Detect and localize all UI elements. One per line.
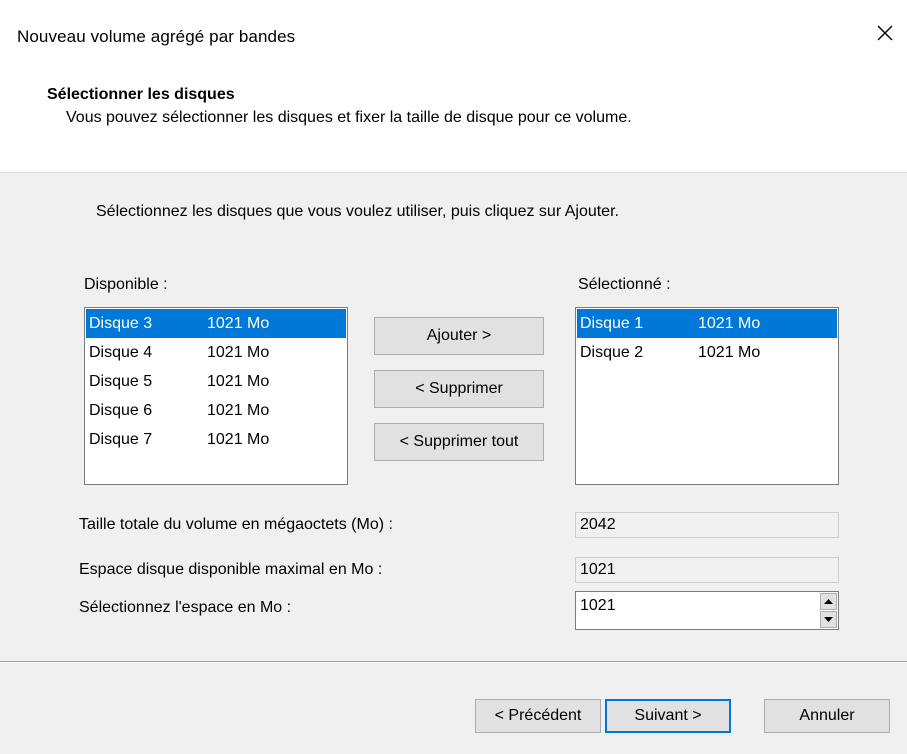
disk-name: Disque 7 bbox=[89, 431, 153, 448]
disk-size: 1021 Mo bbox=[207, 402, 270, 419]
disk-list-item[interactable]: Disque 4 1021 Mo bbox=[86, 338, 346, 367]
disk-size: 1021 Mo bbox=[698, 344, 761, 361]
add-button[interactable]: Ajouter > bbox=[374, 317, 544, 355]
disk-size: 1021 Mo bbox=[207, 315, 270, 332]
disk-list-item[interactable]: Disque 1 1021 Mo bbox=[577, 309, 837, 338]
total-size-label: Taille totale du volume en mégaoctets (M… bbox=[79, 516, 393, 533]
next-button[interactable]: Suivant > bbox=[605, 699, 731, 733]
disk-name: Disque 1 bbox=[580, 315, 644, 332]
disk-name: Disque 4 bbox=[89, 344, 153, 361]
instructions-text: Sélectionnez les disques que vous voulez… bbox=[96, 203, 619, 220]
total-size-field: 2042 bbox=[575, 512, 839, 538]
page-title: Sélectionner les disques bbox=[47, 86, 235, 103]
max-space-field: 1021 bbox=[575, 557, 839, 583]
spin-arrows bbox=[820, 593, 837, 629]
disk-list-item[interactable]: Disque 2 1021 Mo bbox=[577, 338, 837, 367]
arrow-up-icon bbox=[824, 599, 833, 604]
close-icon bbox=[877, 25, 893, 41]
available-label: Disponible : bbox=[84, 276, 168, 293]
footer-separator-highlight bbox=[0, 662, 907, 663]
selected-disks-list[interactable]: Disque 1 1021 Mo Disque 2 1021 Mo bbox=[575, 307, 839, 485]
spin-down-button[interactable] bbox=[820, 611, 837, 628]
selected-label: Sélectionné : bbox=[578, 276, 671, 293]
cancel-button[interactable]: Annuler bbox=[764, 699, 890, 733]
select-space-label: Sélectionnez l'espace en Mo : bbox=[79, 599, 292, 616]
disk-size: 1021 Mo bbox=[207, 431, 270, 448]
back-button[interactable]: < Précédent bbox=[475, 699, 601, 733]
disk-list-item[interactable]: Disque 7 1021 Mo bbox=[86, 425, 346, 454]
disk-size: 1021 Mo bbox=[207, 373, 270, 390]
arrow-down-icon bbox=[824, 617, 833, 622]
available-disks-list[interactable]: Disque 3 1021 Mo Disque 4 1021 Mo Disque 5 10… bbox=[84, 307, 348, 485]
disk-name: Disque 2 bbox=[580, 344, 644, 361]
disk-name: Disque 6 bbox=[89, 402, 153, 419]
disk-list-item[interactable]: Disque 6 1021 Mo bbox=[86, 396, 346, 425]
space-spinbox[interactable]: 1021 bbox=[575, 591, 839, 630]
disk-size: 1021 Mo bbox=[207, 344, 270, 361]
remove-button[interactable]: < Supprimer bbox=[374, 370, 544, 408]
space-spinbox-value[interactable]: 1021 bbox=[580, 597, 616, 615]
title-bar: Nouveau volume agrégé par bandes bbox=[0, 0, 907, 70]
window-title: Nouveau volume agrégé par bandes bbox=[17, 27, 296, 46]
wizard-body: Sélectionnez les disques que vous voulez… bbox=[0, 172, 907, 754]
spin-up-button[interactable] bbox=[820, 593, 837, 610]
disk-size: 1021 Mo bbox=[698, 315, 761, 332]
close-button[interactable] bbox=[872, 20, 898, 46]
disk-list-item[interactable]: Disque 3 1021 Mo bbox=[86, 309, 346, 338]
remove-all-button[interactable]: < Supprimer tout bbox=[374, 423, 544, 461]
max-space-label: Espace disque disponible maximal en Mo : bbox=[79, 561, 383, 578]
wizard-header: Sélectionner les disques Vous pouvez sél… bbox=[0, 70, 907, 172]
disk-list-item[interactable]: Disque 5 1021 Mo bbox=[86, 367, 346, 396]
disk-name: Disque 5 bbox=[89, 373, 153, 390]
page-subtitle: Vous pouvez sélectionner les disques et … bbox=[66, 109, 632, 126]
disk-name: Disque 3 bbox=[89, 315, 153, 332]
